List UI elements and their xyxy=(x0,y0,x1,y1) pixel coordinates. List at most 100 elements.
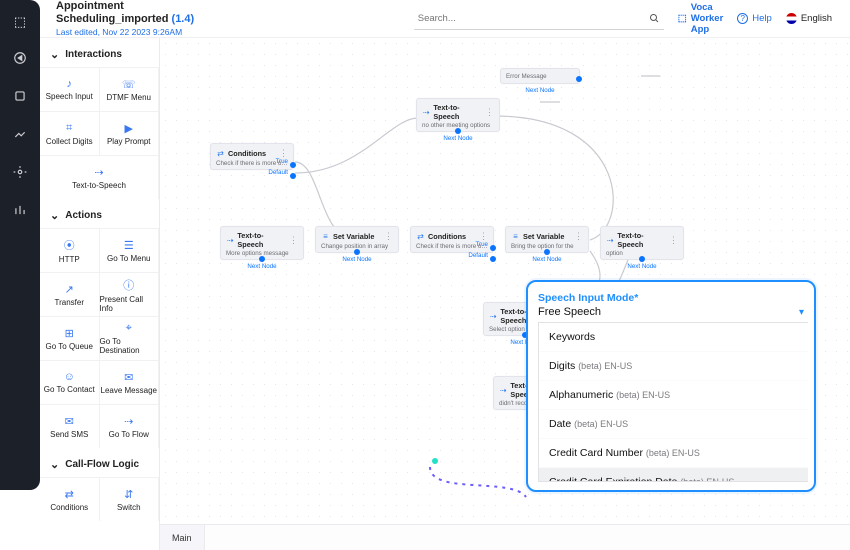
palette-go-to-flow[interactable]: ⇢Go To Flow xyxy=(100,404,160,448)
rail-item-builder-icon[interactable] xyxy=(10,124,30,144)
section-header-actions[interactable]: Actions xyxy=(40,199,159,228)
node-title: Set Variable xyxy=(523,232,564,241)
palette-go-to-destination[interactable]: ⌖Go To Destination xyxy=(100,316,160,360)
decorative-connector xyxy=(422,465,532,501)
node-conditions-2[interactable]: ⇄Conditions⋮ Check if there is more op… … xyxy=(410,226,494,253)
node-error-message[interactable]: Error Message Next Node xyxy=(500,68,580,84)
http-icon: ⦿ xyxy=(64,237,75,253)
node-tts-option[interactable]: ⇢Text-to-Speech⋮ option Next Node xyxy=(600,226,684,260)
section-header-interactions[interactable]: Interactions xyxy=(40,38,159,67)
palette-present-call-info[interactable]: ⓘPresent Call Info xyxy=(100,272,160,316)
node-menu-icon[interactable]: ⋮ xyxy=(574,231,583,242)
palette-dtmf-menu[interactable]: ☏DTMF Menu xyxy=(100,67,160,111)
canvas-tabbar: Main xyxy=(160,524,850,550)
node-subtitle: Error Message xyxy=(506,73,574,80)
tts-icon: ⇢ xyxy=(499,386,507,395)
speech-mode-option[interactable]: Digits (beta) EN-US xyxy=(539,352,808,381)
search-input[interactable] xyxy=(414,8,664,30)
speech-mode-option[interactable]: Date (beta) EN-US xyxy=(539,410,808,439)
flag-icon xyxy=(786,13,797,24)
section-header-logic[interactable]: Call-Flow Logic xyxy=(40,448,159,477)
node-palette: Interactions ♪Speech Input ☏DTMF Menu ⌗C… xyxy=(40,38,160,550)
palette-go-to-queue[interactable]: ⊞Go To Queue xyxy=(40,316,100,360)
node-tts-no-other[interactable]: ⇢Text-to-Speech⋮ no other meeting option… xyxy=(416,98,500,132)
speech-mode-option[interactable]: Keywords xyxy=(539,323,808,352)
palette-conditions[interactable]: ⇄Conditions xyxy=(40,477,100,521)
node-title: Text-to-Speech xyxy=(433,103,482,121)
palette-text-to-speech[interactable]: ⇢Text-to-Speech xyxy=(40,155,159,199)
node-tts-more-options[interactable]: ⇢Text-to-Speech⋮ More options message Ne… xyxy=(220,226,304,260)
section-label: Interactions xyxy=(65,49,122,60)
rail-item-send-icon[interactable] xyxy=(10,48,30,68)
palette-go-to-menu[interactable]: ☰Go To Menu xyxy=(100,228,160,272)
conditions-icon: ⇄ xyxy=(416,232,425,241)
palette-speech-input[interactable]: ♪Speech Input xyxy=(40,67,100,111)
port-label-next: Next Node xyxy=(342,256,371,263)
search-icon[interactable] xyxy=(648,11,660,29)
port-label-next: Next Node xyxy=(627,263,656,270)
tts-icon: ⇢ xyxy=(606,236,614,245)
node-conditions-1[interactable]: ⇄Conditions⋮ Check if there is more op… … xyxy=(210,143,294,170)
help-label: Help xyxy=(752,13,772,24)
variable-icon: ≡ xyxy=(321,232,330,241)
node-menu-icon[interactable]: ⋮ xyxy=(485,107,494,118)
node-menu-icon[interactable]: ⋮ xyxy=(384,231,393,242)
app-logo-icon: ⬚ xyxy=(14,14,26,30)
nav-rail: ⬚ xyxy=(0,0,40,490)
app-switcher[interactable]: ⬚ Voca Worker App xyxy=(678,2,724,35)
rail-item-analytics-icon[interactable] xyxy=(10,200,30,220)
speech-mode-option[interactable]: Credit Card Expiration Date (beta) EN-US xyxy=(539,468,808,482)
palette-play-prompt[interactable]: ▶Play Prompt xyxy=(100,111,160,155)
palette-switch[interactable]: ⇵Switch xyxy=(100,477,160,521)
speech-input-mode-select[interactable]: Free Speech ▾ xyxy=(538,306,808,318)
speech-input-mode-label: Speech Input Mode* xyxy=(538,292,808,304)
page-title: Appointment Scheduling_imported (1.4) xyxy=(56,0,210,26)
language-picker[interactable]: English xyxy=(786,13,832,24)
rail-item-settings-icon[interactable] xyxy=(10,162,30,182)
speech-input-mode-panel: Speech Input Mode* Free Speech ▾ Keyword… xyxy=(526,280,816,492)
port-label-true: True xyxy=(476,241,489,248)
node-set-variable-1[interactable]: ≡Set Variable⋮ Change position in array … xyxy=(315,226,399,253)
conditions-icon: ⇄ xyxy=(216,149,225,158)
palette-send-sms[interactable]: ✉Send SMS xyxy=(40,404,100,448)
node-menu-icon[interactable]: ⋮ xyxy=(669,235,678,246)
palette-http[interactable]: ⦿HTTP xyxy=(40,228,100,272)
port-label-default: Default xyxy=(268,169,288,176)
palette-transfer[interactable]: ↗Transfer xyxy=(40,272,100,316)
tts-icon: ⇢ xyxy=(489,312,497,321)
node-menu-icon[interactable]: ⋮ xyxy=(289,235,298,246)
speech-mode-option[interactable]: Alphanumeric (beta) EN-US xyxy=(539,381,808,410)
search-wrapper xyxy=(414,8,664,30)
palette-collect-digits[interactable]: ⌗Collect Digits xyxy=(40,111,100,155)
app-switcher-label: Voca Worker App xyxy=(691,2,724,35)
port-label-next: Next Node xyxy=(443,135,472,142)
help-icon: ? xyxy=(737,13,748,24)
node-title: Conditions xyxy=(428,232,466,241)
contact-icon: ☺ xyxy=(64,371,75,383)
node-title: Text-to-Speech xyxy=(617,231,666,249)
help-link[interactable]: ? Help xyxy=(737,13,772,24)
node-title: Text-to-Speech xyxy=(237,231,286,249)
node-title: Set Variable xyxy=(333,232,374,241)
rail-item-flows-icon[interactable] xyxy=(10,86,30,106)
digits-icon: ⌗ xyxy=(66,122,72,135)
menu-icon: ☰ xyxy=(124,239,134,252)
play-icon: ▶ xyxy=(125,122,133,135)
queue-icon: ⊞ xyxy=(65,327,74,340)
app-switcher-icon: ⬚ xyxy=(678,13,687,24)
port-label-true: True xyxy=(276,158,289,165)
node-set-variable-2[interactable]: ≡Set Variable⋮ Bring the option for the … xyxy=(505,226,589,253)
speech-mode-option[interactable]: Credit Card Number (beta) EN-US xyxy=(539,439,808,468)
port-label-default: Default xyxy=(468,252,488,259)
tts-icon: ⇢ xyxy=(422,108,430,117)
palette-go-to-contact[interactable]: ☺Go To Contact xyxy=(40,360,100,404)
speech-input-mode-options[interactable]: KeywordsDigits (beta) EN-USAlphanumeric … xyxy=(538,322,808,482)
section-label: Call-Flow Logic xyxy=(65,459,139,470)
speech-icon: ♪ xyxy=(67,78,73,90)
palette-leave-message[interactable]: ✉Leave Message xyxy=(100,360,160,404)
sms-icon: ✉ xyxy=(65,415,74,428)
section-label: Actions xyxy=(65,210,102,221)
tab-main[interactable]: Main xyxy=(160,525,205,550)
node-title: Conditions xyxy=(228,149,266,158)
conditions-icon: ⇄ xyxy=(65,488,74,501)
